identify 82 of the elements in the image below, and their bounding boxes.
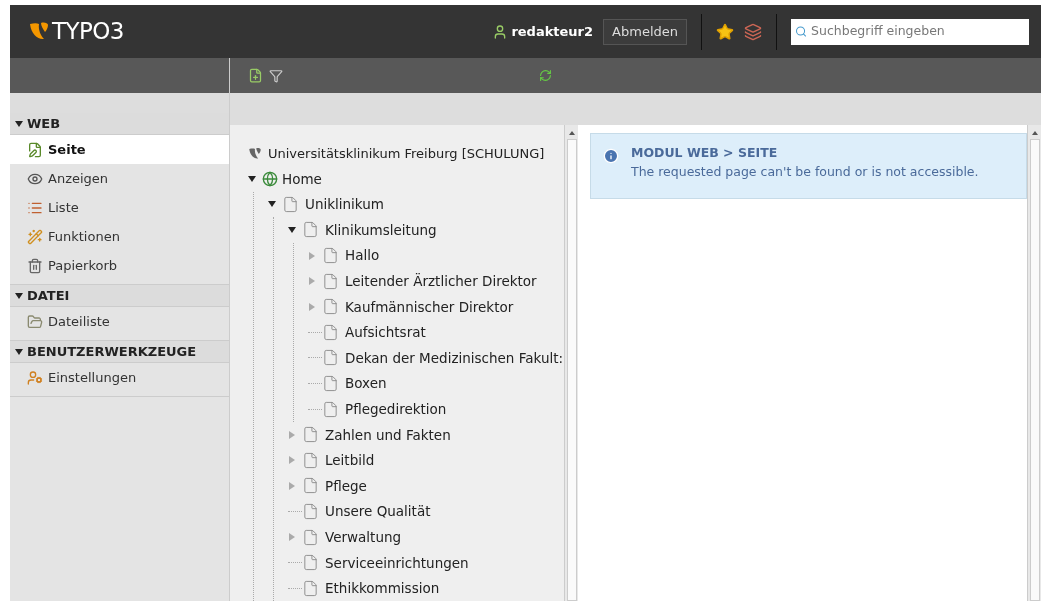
module-section-header[interactable]: DATEI bbox=[27, 285, 70, 306]
logout-button[interactable]: Abmelden bbox=[603, 18, 687, 45]
search-field[interactable]: Suchbegriff eingeben bbox=[791, 18, 1029, 45]
page-icon bbox=[282, 195, 299, 213]
page-icon bbox=[322, 272, 339, 290]
tree-root-label[interactable]: Universitätsklinikum Freiburg [SCHULUNG] bbox=[268, 143, 545, 164]
user-settings-icon bbox=[27, 369, 43, 386]
new-page-icon[interactable] bbox=[248, 68, 263, 83]
folder-icon bbox=[27, 313, 43, 330]
search-input[interactable]: Suchbegriff eingeben bbox=[811, 22, 1025, 41]
module-menu-item[interactable]: Seite bbox=[10, 135, 229, 164]
tree-node-label[interactable]: Ethikkommission bbox=[325, 578, 440, 599]
tree-node-label[interactable]: Kaufmännischer Direktor bbox=[345, 296, 514, 317]
page-icon bbox=[322, 298, 339, 316]
scroll-up-icon[interactable] bbox=[568, 131, 575, 135]
logo-icon bbox=[28, 21, 50, 42]
tree-node-label[interactable]: Hallo bbox=[345, 245, 380, 266]
page-icon bbox=[302, 221, 319, 239]
globe-icon bbox=[262, 170, 278, 187]
edit-page-icon bbox=[27, 141, 43, 158]
tree-node-label[interactable]: Boxen bbox=[345, 373, 387, 394]
tree-node-label[interactable]: Leitbild bbox=[325, 450, 375, 471]
search-icon bbox=[795, 25, 808, 38]
logo-text: TYPO3 bbox=[52, 17, 124, 47]
scrollbar[interactable] bbox=[1027, 125, 1041, 601]
page-icon bbox=[302, 477, 319, 495]
trash-icon bbox=[27, 257, 43, 274]
module-menu-item[interactable]: Einstellungen bbox=[10, 363, 229, 392]
page-icon bbox=[302, 426, 319, 444]
module-menu-item[interactable]: Funktionen bbox=[10, 222, 229, 251]
tree-node-label[interactable]: Home bbox=[282, 168, 322, 189]
page-icon bbox=[322, 400, 339, 418]
section-toggle[interactable] bbox=[15, 291, 23, 300]
page-icon bbox=[322, 349, 339, 367]
tree-node-label[interactable]: Uniklinikum bbox=[305, 194, 384, 215]
module-menu-item[interactable]: Anzeigen bbox=[10, 164, 229, 193]
expand-toggle[interactable] bbox=[308, 277, 316, 286]
expand-toggle[interactable] bbox=[288, 456, 296, 465]
module-menu-item[interactable]: Dateiliste bbox=[10, 307, 229, 336]
tree-node-label[interactable]: Pflegedirektion bbox=[345, 399, 447, 420]
section-toggle[interactable] bbox=[15, 119, 23, 128]
section-toggle[interactable] bbox=[15, 347, 23, 356]
page-icon bbox=[302, 554, 319, 572]
tree-node-label[interactable]: Zahlen und Fakten bbox=[325, 424, 451, 445]
tree-node-label[interactable]: Verwaltung bbox=[325, 527, 402, 548]
page-icon bbox=[302, 451, 319, 469]
message-title: MODUL WEB > SEITE bbox=[631, 144, 779, 162]
page-icon bbox=[322, 323, 339, 341]
module-menu-item[interactable]: Papierkorb bbox=[10, 251, 229, 280]
page-icon bbox=[302, 528, 319, 546]
expand-toggle[interactable] bbox=[288, 533, 296, 542]
username[interactable]: redakteur2 bbox=[511, 21, 594, 42]
tree-node-label[interactable]: Pflege bbox=[325, 475, 367, 497]
tree-node-label[interactable]: Dekan der Medizinischen Fakult: bbox=[345, 347, 564, 369]
scroll-up-icon[interactable] bbox=[1031, 131, 1038, 135]
message-text: The requested page can't be found or is not accessible. bbox=[631, 162, 979, 181]
module-section-header[interactable]: WEB bbox=[27, 113, 61, 134]
expand-toggle[interactable] bbox=[308, 251, 316, 260]
page-icon bbox=[302, 579, 319, 597]
collapse-toggle[interactable] bbox=[268, 200, 276, 209]
expand-toggle[interactable] bbox=[288, 430, 296, 439]
expand-toggle[interactable] bbox=[308, 302, 316, 311]
module-menu-item[interactable]: Liste bbox=[10, 193, 229, 222]
info-icon bbox=[603, 148, 619, 164]
collapse-toggle[interactable] bbox=[288, 226, 296, 234]
page-icon bbox=[302, 503, 319, 520]
refresh-icon[interactable] bbox=[539, 69, 552, 82]
tree-node-label[interactable]: Klinikumsleitung bbox=[325, 219, 437, 241]
scrollbar[interactable] bbox=[564, 125, 578, 601]
tree-node-label[interactable]: Unsere Qualität bbox=[325, 501, 431, 522]
wand-icon bbox=[27, 228, 43, 245]
expand-toggle[interactable] bbox=[288, 481, 296, 490]
page-icon bbox=[322, 247, 339, 265]
star-icon[interactable] bbox=[716, 22, 734, 41]
tree-node-label[interactable]: Leitender Ärztlicher Direktor bbox=[345, 271, 537, 292]
logo-icon bbox=[248, 146, 262, 161]
layers-icon[interactable] bbox=[744, 22, 762, 41]
page-icon bbox=[322, 375, 339, 393]
filter-icon[interactable] bbox=[269, 68, 283, 83]
collapse-toggle[interactable] bbox=[248, 174, 256, 183]
tree-node-label[interactable]: Aufsichtsrat bbox=[345, 322, 426, 343]
tree-node-label[interactable]: Serviceeinrichtungen bbox=[325, 552, 469, 573]
